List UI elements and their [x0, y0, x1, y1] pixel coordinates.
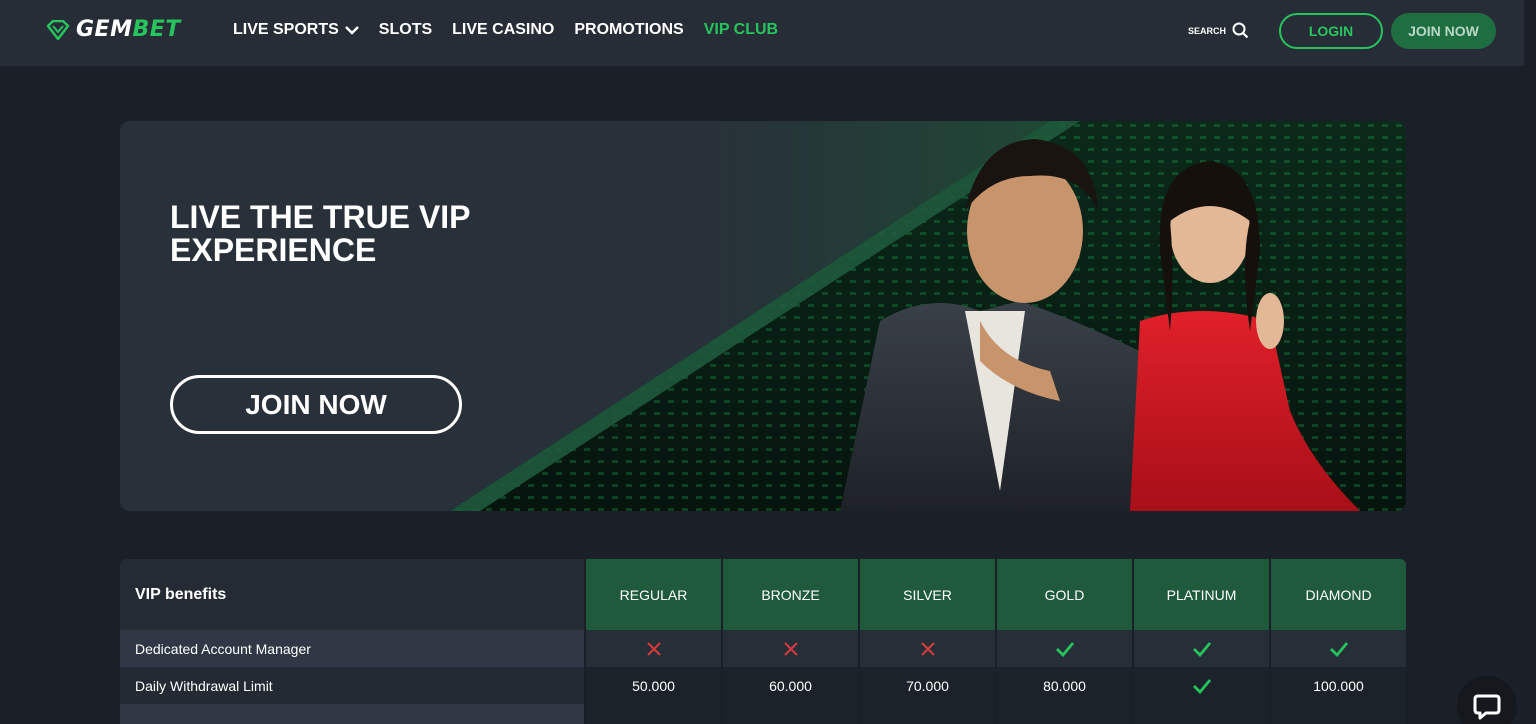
table-row: Daily Withdrawal Limit 50.000 60.000 70.000…	[120, 667, 1406, 704]
nav-live-sports[interactable]: LIVE SPORTS	[233, 21, 359, 39]
tier-platinum: PLATINUM	[1132, 559, 1269, 630]
nav-promotions[interactable]: PROMOTIONS	[574, 21, 683, 39]
banner-title: LIVE THE TRUE VIP EXPERIENCE	[170, 199, 470, 268]
tier-diamond: DIAMOND	[1269, 559, 1406, 630]
nav-vip-club[interactable]: VIP CLUB	[704, 21, 778, 39]
logo-text: GEMBET	[76, 17, 181, 42]
row-label: Dedicated Account Manager	[120, 630, 584, 667]
tier-bronze: BRONZE	[721, 559, 858, 630]
nav-live-casino[interactable]: LIVE CASINO	[452, 21, 554, 39]
join-now-header-button[interactable]: JOIN NOW	[1391, 13, 1496, 49]
page-scrollbar[interactable]	[1524, 0, 1536, 724]
table-header-label: VIP benefits	[120, 559, 584, 630]
table-header-row: VIP benefits REGULAR BRONZE SILVER GOLD …	[120, 559, 1406, 630]
search-icon	[1232, 22, 1249, 39]
tier-regular: REGULAR	[584, 559, 721, 630]
login-button[interactable]: LOGIN	[1279, 13, 1383, 49]
main-nav: LIVE SPORTS SLOTS LIVE CASINO PROMOTIONS…	[233, 21, 798, 39]
check-icon	[1132, 630, 1269, 667]
table-cell: 100.000	[1269, 667, 1406, 704]
table-cell: 70.000	[858, 667, 995, 704]
table-cell: 50.000	[584, 667, 721, 704]
table-row: Dedicated Account Manager	[120, 630, 1406, 667]
check-icon	[995, 630, 1132, 667]
row-label: Daily Withdrawal Limit	[120, 667, 584, 704]
search-label: SEARCH	[1188, 25, 1227, 36]
banner-join-now-button[interactable]: JOIN NOW	[170, 375, 462, 434]
live-chat-button[interactable]	[1457, 676, 1517, 724]
table-body: Dedicated Account Manager Daily Withdrawa…	[120, 630, 1406, 704]
vip-hero-banner: LIVE THE TRUE VIP EXPERIENCE JOIN NOW	[120, 121, 1406, 511]
cross-icon	[584, 630, 721, 667]
gem-icon	[46, 19, 70, 40]
cross-icon	[858, 630, 995, 667]
vip-hero-image	[120, 121, 1406, 511]
check-icon	[1132, 667, 1269, 704]
search-button[interactable]: SEARCH	[1188, 22, 1249, 39]
chevron-down-icon	[344, 26, 359, 35]
table-cell: 60.000	[721, 667, 858, 704]
check-icon	[1269, 630, 1406, 667]
tier-silver: SILVER	[858, 559, 995, 630]
table-cell: 80.000	[995, 667, 1132, 704]
cross-icon	[721, 630, 858, 667]
nav-slots[interactable]: SLOTS	[379, 21, 432, 39]
tier-gold: GOLD	[995, 559, 1132, 630]
table-row	[120, 704, 1406, 724]
chat-icon	[1473, 694, 1501, 720]
top-header: GEMBET LIVE SPORTS SLOTS LIVE CASINO PRO…	[0, 0, 1524, 66]
vip-benefits-table: VIP benefits REGULAR BRONZE SILVER GOLD …	[120, 559, 1406, 724]
gembet-logo[interactable]: GEMBET	[46, 17, 181, 42]
